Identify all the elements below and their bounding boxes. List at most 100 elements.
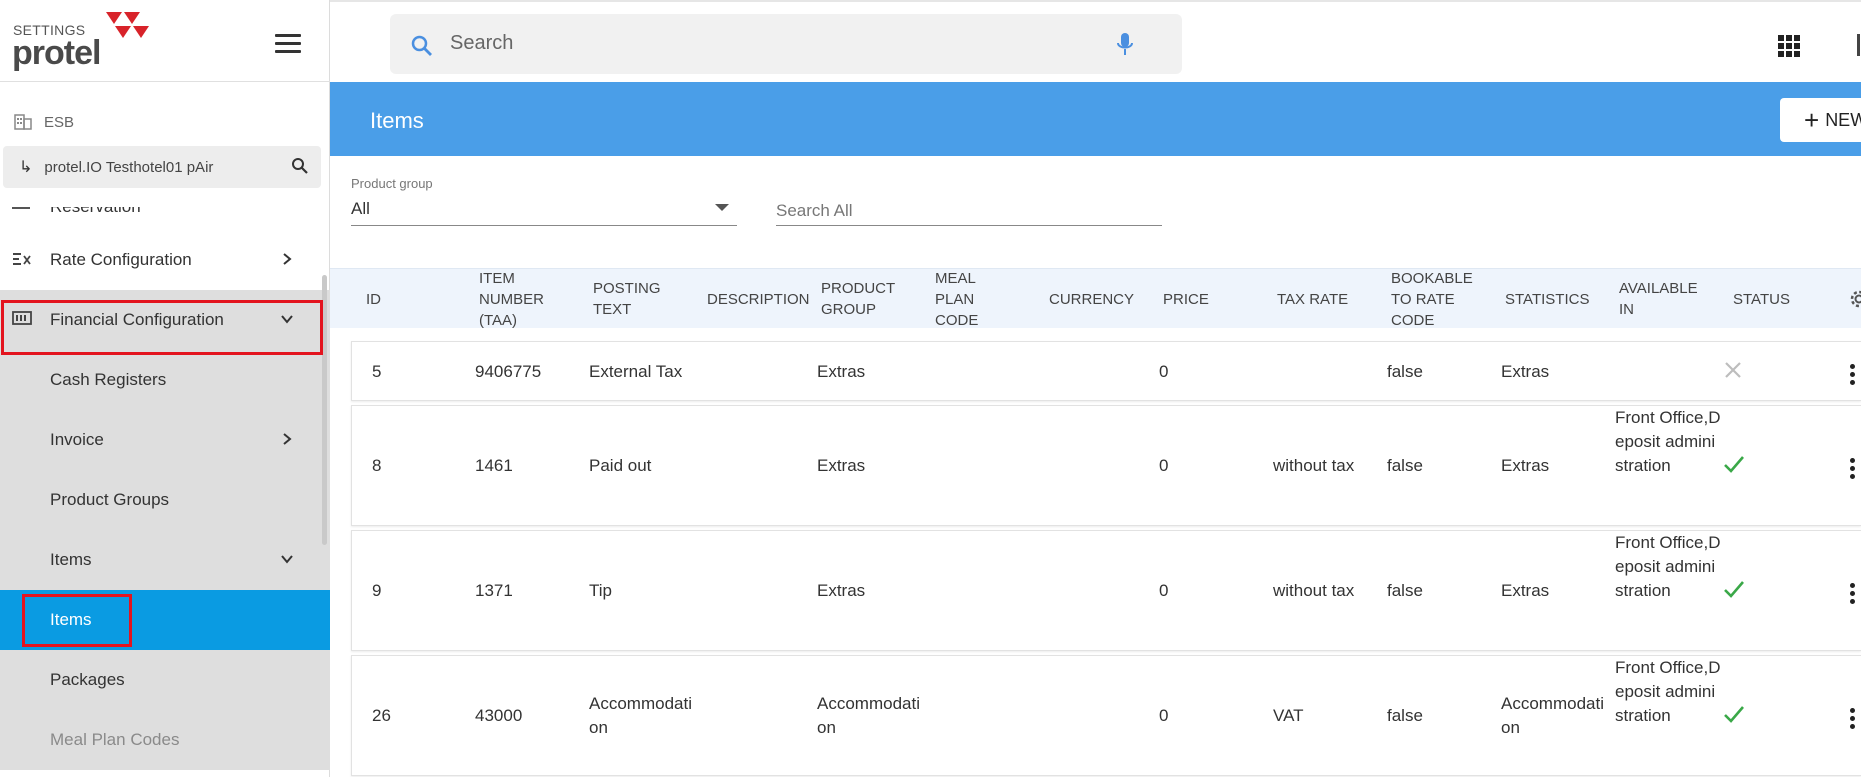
hotel-name: protel.IO Testhotel01 pAir <box>44 158 214 176</box>
sidebar-item-meal-plan-codes[interactable]: Meal Plan Codes <box>0 710 330 770</box>
column-header-bookable[interactable]: BOOKABLE TO RATE CODE <box>1391 269 1481 329</box>
more-vert-icon[interactable] <box>1850 364 1856 388</box>
cell-item-number: 9406775 <box>475 362 542 381</box>
product-group-select[interactable]: All <box>351 196 737 226</box>
cell-price: 0 <box>1159 362 1169 381</box>
global-search[interactable] <box>390 14 1182 74</box>
cell-product-group: Accommodation <box>817 694 920 737</box>
page-header: Items + NEW <box>330 82 1861 156</box>
page-title: Items <box>370 108 424 133</box>
cell-id: 8 <box>372 456 382 475</box>
column-header-product-group[interactable]: PRODUCT GROUP <box>821 269 911 329</box>
cell-id: 9 <box>372 581 382 600</box>
cell-bookable: false <box>1387 706 1423 725</box>
sidebar-item-label: Items <box>50 550 92 569</box>
search-icon[interactable] <box>291 157 309 175</box>
sidebar-item-financial-configuration[interactable]: Financial Configuration <box>0 290 330 350</box>
sidebar-item-reservation[interactable]: Reservation <box>50 207 141 217</box>
sidebar-item-label: Product Groups <box>50 490 170 509</box>
logo-brand-name: protel <box>12 34 101 72</box>
gear-icon[interactable] <box>1847 287 1861 311</box>
product-group-value: All <box>351 199 370 218</box>
sidebar-item-packages[interactable]: Packages <box>0 650 330 710</box>
more-vert-icon[interactable] <box>1850 458 1856 482</box>
apps-grid-icon <box>1778 35 1800 57</box>
column-header-meal-plan-code[interactable]: MEAL PLAN CODE <box>935 269 995 329</box>
sidebar-item-items[interactable]: Items <box>0 590 330 650</box>
sidebar-item-label: Rate Configuration <box>50 250 192 269</box>
sidebar-item-cash-registers[interactable]: Cash Registers <box>0 350 330 410</box>
sidebar-item-label: Invoice <box>50 430 104 449</box>
nav-menu: Reservation Rate Configuration Financial… <box>0 207 330 777</box>
apps-grid-button[interactable] <box>1758 14 1820 78</box>
hamburger-icon[interactable] <box>275 34 301 54</box>
sidebar-item-label: Cash Registers <box>50 370 167 389</box>
close-icon <box>1725 362 1741 378</box>
table-row[interactable]: 8 1461 Paid out Extras 0 without tax fal… <box>351 405 1861 526</box>
chevron-right-icon <box>283 433 292 445</box>
plus-icon: + <box>1804 105 1820 135</box>
building-icon <box>14 114 32 130</box>
column-header-currency[interactable]: CURRENCY <box>1049 269 1149 329</box>
sidebar-item-product-groups[interactable]: Product Groups <box>0 470 330 530</box>
column-header-available-in[interactable]: AVAILABLE IN <box>1619 269 1709 329</box>
column-header-status[interactable]: STATUS <box>1733 269 1813 329</box>
table-row[interactable]: 5 9406775 External Tax Extras 0 false Ex… <box>351 341 1861 401</box>
property-selector[interactable]: ESB <box>14 110 74 134</box>
column-header-id[interactable]: ID <box>366 269 426 329</box>
cell-product-group: Extras <box>817 456 866 475</box>
cell-product-group: Extras <box>817 362 866 381</box>
sidebar-item-label: Financial Configuration <box>50 310 224 329</box>
chevron-right-icon <box>283 253 292 265</box>
check-icon <box>1724 581 1744 598</box>
cell-available-in: Front Office,Deposit administration <box>1615 658 1721 725</box>
column-header-price[interactable]: PRICE <box>1163 269 1243 329</box>
chevron-down-icon <box>281 315 293 324</box>
cell-id: 26 <box>372 706 391 725</box>
table-header: ID ITEM NUMBER (TAA) POSTING TEXT DESCRI… <box>330 268 1861 329</box>
new-button-label: NEW <box>1825 109 1861 130</box>
cell-price: 0 <box>1159 581 1169 600</box>
topbar-overflow-item[interactable] <box>1857 34 1860 56</box>
column-header-item-number[interactable]: ITEM NUMBER (TAA) <box>479 269 559 329</box>
cell-tax-rate: without tax <box>1273 456 1355 475</box>
column-header-posting-text[interactable]: POSTING TEXT <box>593 269 673 329</box>
cell-price: 0 <box>1159 456 1169 475</box>
product-group-label: Product group <box>351 176 433 191</box>
property-name: ESB <box>44 113 75 131</box>
cell-posting-text: Accommodation <box>589 694 692 737</box>
check-icon <box>1724 456 1744 473</box>
cell-item-number: 43000 <box>475 706 523 725</box>
more-vert-icon[interactable] <box>1850 583 1856 607</box>
table-row[interactable]: 9 1371 Tip Extras 0 without tax false Ex… <box>351 530 1861 651</box>
sidebar-item-items-group[interactable]: Items <box>0 530 330 590</box>
search-input[interactable] <box>450 28 1090 58</box>
sidebar-item-label: Packages <box>50 670 125 689</box>
column-header-description[interactable]: DESCRIPTION <box>707 269 817 329</box>
sidebar-item-invoice[interactable]: Invoice <box>0 410 330 470</box>
reservation-icon <box>12 207 30 209</box>
cell-bookable: false <box>1387 456 1423 475</box>
column-header-tax-rate[interactable]: TAX RATE <box>1277 269 1377 329</box>
cell-available-in: Front Office,Deposit administration <box>1615 533 1721 600</box>
cell-posting-text: Tip <box>589 581 612 600</box>
search-all-input[interactable] <box>776 196 1162 226</box>
logo-area: SETTINGS protel <box>0 0 330 82</box>
cell-id: 5 <box>372 362 382 381</box>
sidebar-item-rate-configuration[interactable]: Rate Configuration <box>0 230 330 290</box>
cell-statistics: Accommodation <box>1501 694 1604 737</box>
chevron-down-icon <box>281 555 293 564</box>
hotel-selector[interactable]: ↳ protel.IO Testhotel01 pAir <box>3 146 321 188</box>
cell-product-group: Extras <box>817 581 866 600</box>
more-vert-icon[interactable] <box>1850 708 1856 732</box>
table-row[interactable]: 26 43000 Accommodation Accommodation 0 V… <box>351 655 1861 776</box>
new-item-button[interactable]: + NEW <box>1780 98 1861 142</box>
column-header-statistics[interactable]: STATISTICS <box>1505 269 1605 329</box>
cell-price: 0 <box>1159 706 1169 725</box>
sidebar-scrollbar[interactable] <box>322 275 327 545</box>
cell-statistics: Extras <box>1501 362 1550 381</box>
cell-tax-rate: VAT <box>1273 706 1304 725</box>
mic-icon[interactable] <box>1116 32 1134 58</box>
cell-item-number: 1461 <box>475 456 513 475</box>
rate-config-icon <box>13 253 31 265</box>
